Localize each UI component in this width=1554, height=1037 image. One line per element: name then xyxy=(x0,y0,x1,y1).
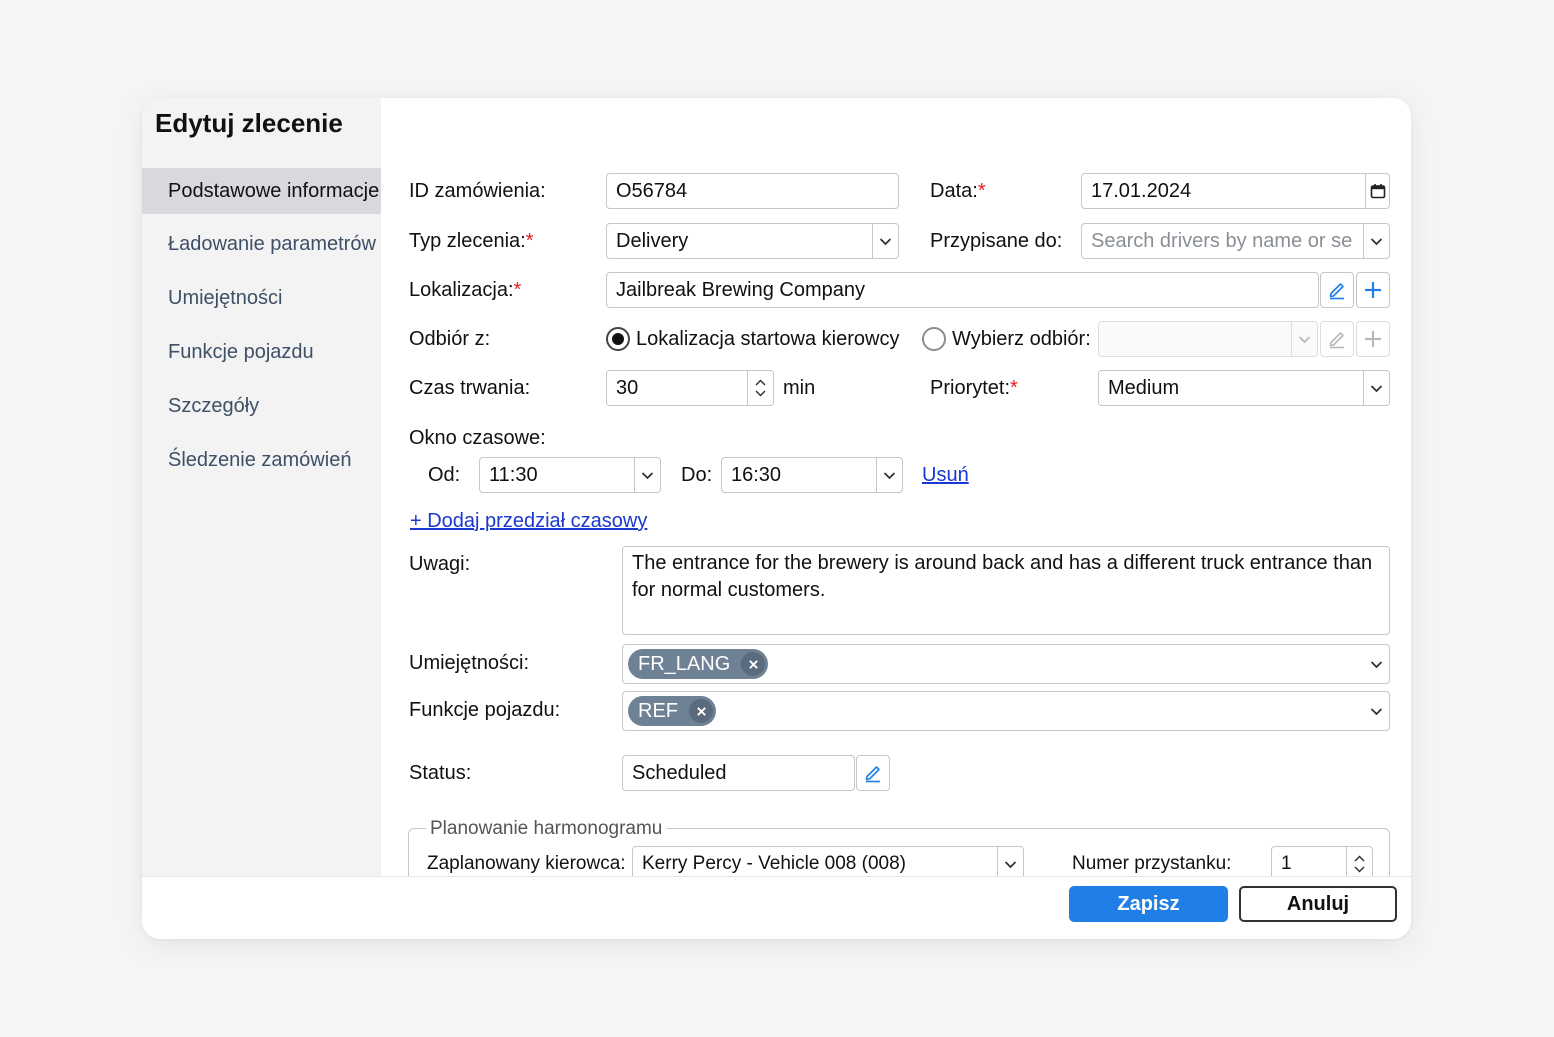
date-input[interactable]: 17.01.2024 xyxy=(1081,173,1390,209)
stop-number-stepper[interactable] xyxy=(1346,847,1372,876)
chevron-down-icon xyxy=(755,390,766,397)
vehicle-feature-tag: REF xyxy=(628,696,716,726)
chevron-up-icon xyxy=(1354,855,1365,862)
duration-value: 30 xyxy=(616,377,639,399)
scheduled-driver-select[interactable]: Kerry Percy - Vehicle 008 (008) xyxy=(632,846,1024,876)
chevron-up-icon xyxy=(755,379,766,386)
order-id-value: O56784 xyxy=(616,180,688,202)
assigned-to-select[interactable]: Search drivers by name or se xyxy=(1081,223,1390,259)
stop-number-input[interactable]: 1 xyxy=(1271,846,1373,876)
order-type-value: Delivery xyxy=(616,230,689,252)
skills-multiselect[interactable]: FR_LANG xyxy=(622,644,1390,684)
pencil-icon xyxy=(865,766,880,783)
sidebar: Edytuj zlecenie Podstawowe informacje Ła… xyxy=(142,98,381,876)
time-to-value: 16:30 xyxy=(731,464,782,486)
status-label: Status: xyxy=(409,762,472,784)
assigned-to-label: Przypisane do: xyxy=(930,230,1063,252)
sidebar-item-basic-info[interactable]: Podstawowe informacje xyxy=(142,168,381,214)
edit-status-button[interactable] xyxy=(856,755,890,791)
assigned-to-placeholder: Search drivers by name or se xyxy=(1091,230,1353,252)
scheduling-legend: Planowanie harmonogramu xyxy=(426,818,667,840)
calendar-icon[interactable] xyxy=(1365,174,1389,208)
location-value: Jailbreak Brewing Company xyxy=(616,279,866,301)
pickup-driver-start-label[interactable]: Lokalizacja startowa kierowcy xyxy=(636,328,899,351)
time-to-select[interactable]: 16:30 xyxy=(721,457,903,493)
notes-textarea[interactable]: The entrance for the brewery is around b… xyxy=(622,546,1390,635)
sidebar-item-skills[interactable]: Umiejętności xyxy=(142,275,381,321)
pickup-location-select[interactable] xyxy=(1098,321,1318,357)
order-type-select[interactable]: Delivery xyxy=(606,223,899,259)
chevron-down-icon xyxy=(876,458,902,492)
chevron-down-icon xyxy=(997,847,1023,876)
sidebar-item-vehicle-features[interactable]: Funkcje pojazdu xyxy=(142,329,381,375)
edit-location-button[interactable] xyxy=(1320,272,1354,308)
vehicle-features-label: Funkcje pojazdu: xyxy=(409,699,561,721)
vehicle-features-multiselect[interactable]: REF xyxy=(622,691,1390,731)
remove-time-window-link[interactable]: Usuń xyxy=(922,464,969,487)
sidebar-item-order-tracking[interactable]: Śledzenie zamówień xyxy=(142,437,381,483)
duration-unit: min xyxy=(783,377,816,399)
duration-label: Czas trwania: xyxy=(409,377,531,399)
pencil-icon xyxy=(1329,283,1344,300)
stop-number-value: 1 xyxy=(1281,853,1292,874)
duration-input[interactable]: 30 xyxy=(606,370,774,406)
plus-icon xyxy=(1365,331,1381,347)
chevron-down-icon xyxy=(1363,692,1389,730)
remove-tag-icon[interactable] xyxy=(689,699,713,723)
notes-label: Uwagi: xyxy=(409,553,471,575)
chevron-down-icon xyxy=(1363,645,1389,683)
dialog-footer: Zapisz Anuluj xyxy=(142,876,1411,939)
chevron-down-icon xyxy=(1363,371,1389,405)
add-pickup-button[interactable] xyxy=(1356,321,1390,357)
pickup-choose-radio[interactable] xyxy=(922,327,946,351)
chevron-down-icon xyxy=(1354,866,1365,873)
order-type-label: Typ zlecenia:* xyxy=(409,230,534,252)
pickup-label: Odbiór z: xyxy=(409,328,491,350)
duration-stepper[interactable] xyxy=(747,371,773,405)
cancel-button[interactable]: Anuluj xyxy=(1239,886,1397,922)
time-from-label: Od: xyxy=(428,464,461,486)
edit-pickup-button[interactable] xyxy=(1320,321,1354,357)
pickup-driver-start-radio[interactable] xyxy=(606,327,630,351)
scheduled-driver-value: Kerry Percy - Vehicle 008 (008) xyxy=(642,853,907,874)
dialog-title: Edytuj zlecenie xyxy=(155,108,343,138)
priority-label: Priorytet:* xyxy=(930,377,1018,399)
save-button[interactable]: Zapisz xyxy=(1069,886,1228,922)
pickup-choose-label[interactable]: Wybierz odbiór: xyxy=(952,328,1091,351)
remove-tag-icon[interactable] xyxy=(741,652,766,676)
time-to-label: Do: xyxy=(681,464,713,486)
sidebar-item-load-params[interactable]: Ładowanie parametrów xyxy=(142,221,381,267)
chevron-down-icon xyxy=(634,458,660,492)
time-from-value: 11:30 xyxy=(489,464,538,486)
order-id-input[interactable]: O56784 xyxy=(606,173,899,209)
time-from-select[interactable]: 11:30 xyxy=(479,457,661,493)
skills-label: Umiejętności: xyxy=(409,652,530,674)
priority-select[interactable]: Medium xyxy=(1098,370,1390,406)
order-id-label: ID zamówienia: xyxy=(409,180,546,202)
chevron-down-icon xyxy=(1363,224,1389,258)
edit-order-dialog: Edytuj zlecenie Podstawowe informacje Ła… xyxy=(142,98,1411,939)
chevron-down-icon xyxy=(872,224,898,258)
stop-number-label: Numer przystanku: xyxy=(1072,853,1232,874)
location-label: Lokalizacja:* xyxy=(409,279,522,301)
status-value: Scheduled xyxy=(632,762,727,784)
form-area: ID zamówienia: O56784 Data:* 17.01.2024 … xyxy=(381,98,1411,876)
location-input[interactable]: Jailbreak Brewing Company xyxy=(606,272,1319,308)
date-value: 17.01.2024 xyxy=(1091,180,1192,202)
time-window-label: Okno czasowe: xyxy=(409,427,546,449)
add-location-button[interactable] xyxy=(1356,272,1390,308)
add-time-window-link[interactable]: + Dodaj przedział czasowy xyxy=(410,510,647,533)
scheduled-driver-label: Zaplanowany kierowca: xyxy=(427,853,626,874)
status-input: Scheduled xyxy=(622,755,855,791)
skill-tag: FR_LANG xyxy=(628,649,769,679)
pencil-icon xyxy=(1329,332,1344,349)
chevron-down-icon xyxy=(1291,322,1317,356)
date-label: Data:* xyxy=(930,180,986,202)
priority-value: Medium xyxy=(1108,377,1180,399)
sidebar-item-details[interactable]: Szczegóły xyxy=(142,383,381,429)
plus-icon xyxy=(1365,282,1381,298)
